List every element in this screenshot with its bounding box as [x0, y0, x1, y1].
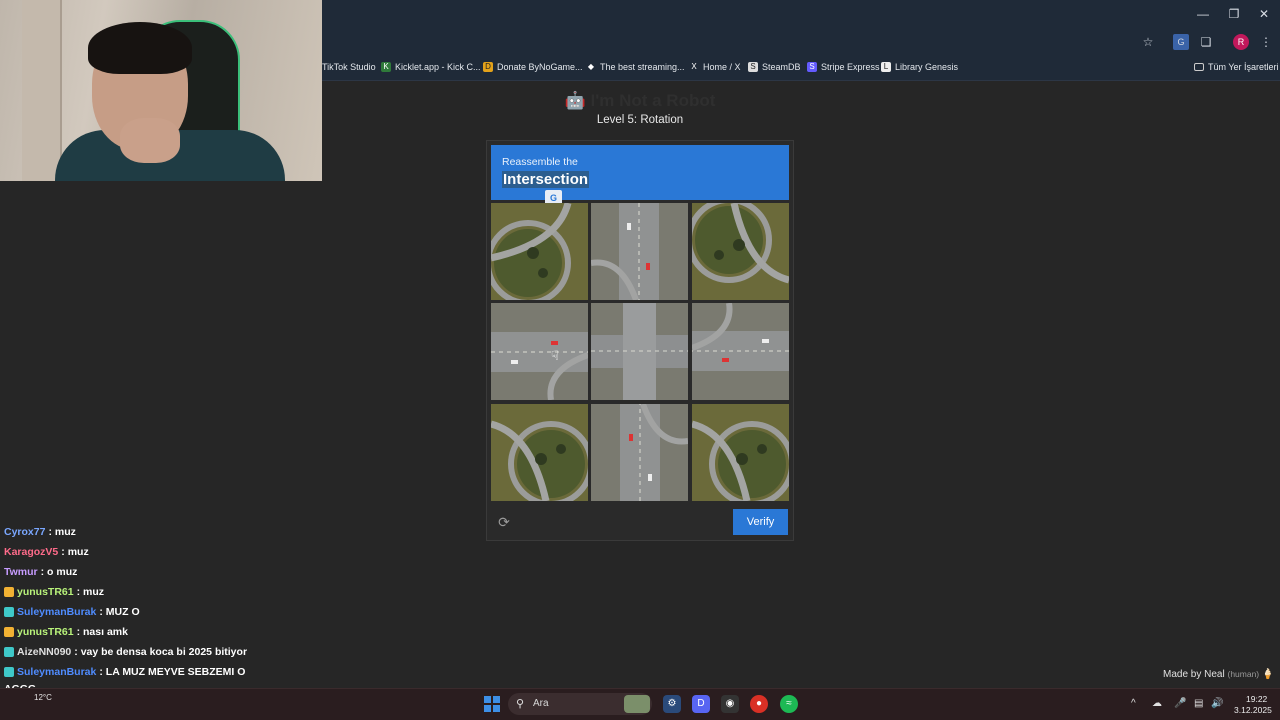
app-icon[interactable]: ⚙	[663, 695, 681, 713]
donate-icon: D	[483, 62, 493, 72]
verify-button[interactable]: Verify	[733, 509, 788, 535]
chat-message: KaragozV5: muz	[4, 546, 89, 558]
bookmark-tiktok-studio[interactable]: TikTok Studio	[322, 59, 376, 75]
captcha-tile[interactable]	[692, 303, 789, 400]
chat-text: : vay be densa koca bi 2025 bitiyor	[74, 646, 248, 658]
bookmark-streaming[interactable]: ◆ The best streaming...	[586, 59, 685, 75]
captcha-tile[interactable]	[692, 203, 789, 300]
chat-message: yunusTR61: muz	[4, 586, 104, 598]
restore-button[interactable]: ❐	[1219, 5, 1249, 23]
taskbar-search-placeholder: Ara	[533, 698, 549, 709]
chat-message: SuleymanBurak: LA MUZ MEYVE SEBZEMI O	[4, 666, 245, 678]
bookmark-steamdb[interactable]: S SteamDB	[748, 59, 801, 75]
emoji-icon: 🍦	[1261, 669, 1275, 680]
chat-badge-icon	[4, 607, 14, 617]
search-icon: ⚲	[516, 698, 525, 710]
chat-badge-icon	[4, 627, 14, 637]
book-icon: L	[881, 62, 891, 72]
refresh-icon[interactable]: ⟳	[496, 514, 512, 530]
chat-username[interactable]: yunusTR61	[17, 626, 74, 638]
chat-badge-icon	[4, 667, 14, 677]
bookmark-library-genesis[interactable]: L Library Genesis	[881, 59, 958, 75]
webcam-hair	[88, 22, 192, 74]
chat-username[interactable]: AizeNN090	[17, 646, 71, 658]
clock-date[interactable]: 3.12.2025	[1234, 705, 1272, 715]
search-highlight-icon[interactable]	[624, 695, 650, 713]
more-menu-icon[interactable]: ⋮	[1258, 34, 1274, 50]
all-bookmarks[interactable]: Tüm Yer İşaretleri	[1194, 59, 1279, 75]
microphone-icon[interactable]: 🎤	[1174, 698, 1186, 709]
chat-message: Cyrox77: muz	[4, 526, 76, 538]
chat-username[interactable]: Twmur	[4, 566, 38, 578]
kicklet-icon: K	[381, 62, 391, 72]
folder-icon	[1194, 63, 1204, 71]
chat-message: Twmur: o muz	[4, 566, 77, 578]
chat-username[interactable]: Cyrox77	[4, 526, 45, 538]
chat-text: : MUZ O	[99, 606, 140, 618]
chat-username[interactable]: SuleymanBurak	[17, 666, 96, 678]
captcha-tile[interactable]	[491, 404, 588, 501]
x-logo-icon: X	[691, 62, 697, 71]
captcha-target: Intersection	[502, 171, 590, 188]
chat-badge-icon	[4, 587, 14, 597]
star-icon[interactable]: ☆	[1140, 34, 1156, 50]
tray-app-icon[interactable]: ☁	[1152, 698, 1162, 709]
bookmark-home-x[interactable]: X Home / X	[689, 59, 740, 75]
made-by-credit: Made by Neal (human) 🍦	[1163, 669, 1275, 680]
bookmark-kicklet[interactable]: K Kicklet.app - Kick C...	[381, 59, 481, 75]
network-icon[interactable]: ▤	[1194, 698, 1203, 709]
webcam-overlay	[0, 0, 322, 181]
chat-username[interactable]: yunusTR61	[17, 586, 74, 598]
level-label: Level 5: Rotation	[596, 114, 684, 126]
minimize-button[interactable]: —	[1188, 5, 1218, 23]
chat-message: SuleymanBurak: MUZ O	[4, 606, 140, 618]
page-title: 🤖 I'm Not a Robot	[564, 91, 716, 110]
chat-text: : muz	[61, 546, 89, 558]
spotify-icon[interactable]: ≈	[780, 695, 798, 713]
chat-message: yunusTR61: nası amk	[4, 626, 128, 638]
obs-icon[interactable]: ◉	[721, 695, 739, 713]
clock-time[interactable]: 19:22	[1246, 694, 1267, 704]
translate-extension-icon[interactable]: G	[1173, 34, 1189, 50]
volume-icon[interactable]: 🔊	[1211, 698, 1223, 709]
stripe-icon: S	[807, 62, 817, 72]
close-window-button[interactable]: ✕	[1249, 5, 1279, 23]
diamond-icon: ◆	[587, 62, 595, 71]
chat-text: : o muz	[40, 566, 78, 578]
captcha-tile[interactable]	[491, 303, 588, 400]
captcha-tile[interactable]	[591, 303, 688, 400]
steamdb-icon: S	[748, 62, 758, 72]
webcam-hand	[120, 118, 180, 163]
chat-username[interactable]: KaragozV5	[4, 546, 58, 558]
robot-icon: 🤖	[564, 91, 586, 110]
windows-start-icon[interactable]	[484, 696, 500, 712]
captcha-tile[interactable]	[591, 203, 688, 300]
chrome-icon[interactable]: ●	[750, 695, 768, 713]
chat-text: : LA MUZ MEYVE SEBZEMI O	[99, 666, 246, 678]
hand-cursor-icon: ☟	[551, 348, 559, 363]
chat-text: : muz	[48, 526, 76, 538]
webcam-door	[22, 0, 62, 181]
profile-avatar[interactable]: R	[1233, 34, 1249, 50]
captcha-instruction: Reassemble the	[502, 156, 578, 168]
bookmark-stripe[interactable]: S Stripe Express	[807, 59, 880, 75]
chat-text: : muz	[76, 586, 105, 598]
chat-message: AizeNN090: vay be densa koca bi 2025 bit…	[4, 646, 247, 658]
bookmark-donate[interactable]: D Donate ByNoGame...	[483, 59, 583, 75]
chat-text: : nası amk	[76, 626, 128, 638]
captcha-tile[interactable]	[591, 404, 688, 501]
extensions-icon[interactable]: ❏	[1198, 34, 1214, 50]
weather-widget[interactable]: 12°C	[34, 693, 52, 702]
captcha-tile[interactable]	[491, 203, 588, 300]
captcha-tile[interactable]	[692, 404, 789, 501]
tray-chevron-up-icon[interactable]: ^	[1131, 698, 1136, 709]
chat-badge-icon	[4, 647, 14, 657]
discord-icon[interactable]: D	[692, 695, 710, 713]
chat-username[interactable]: SuleymanBurak	[17, 606, 96, 618]
